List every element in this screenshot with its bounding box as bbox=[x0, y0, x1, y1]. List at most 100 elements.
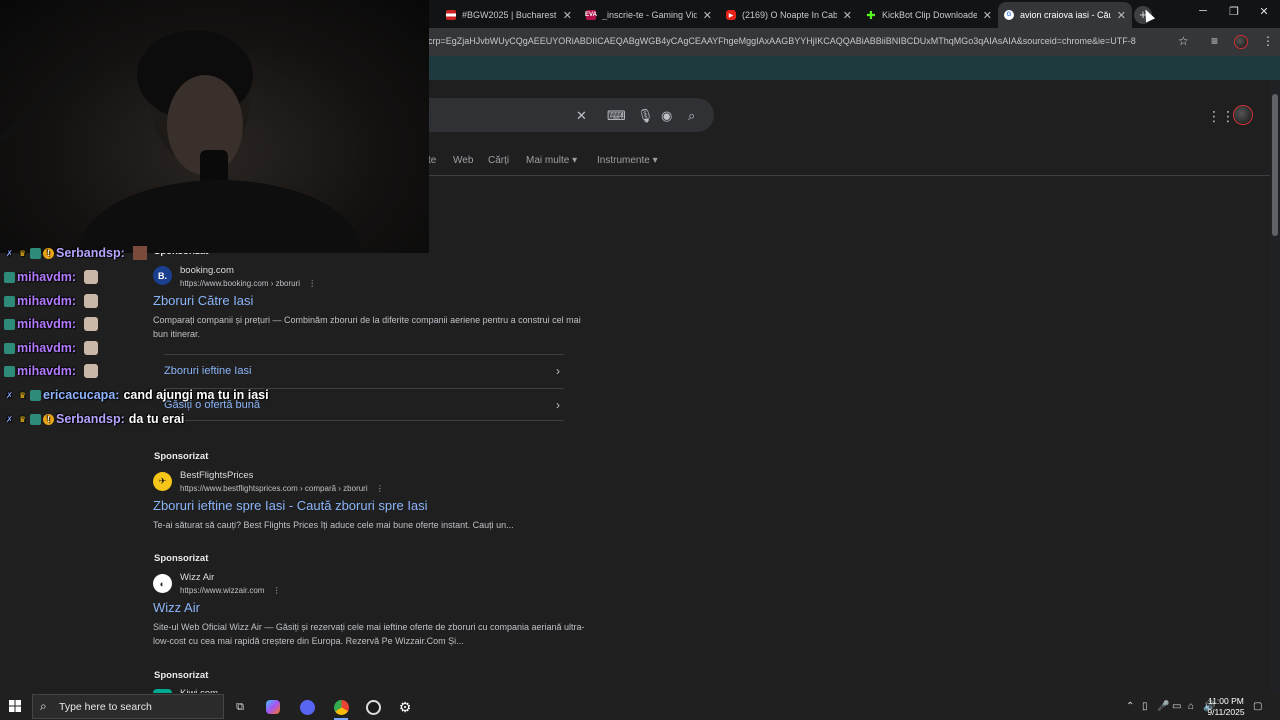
windows-start-icon[interactable] bbox=[9, 700, 21, 712]
result-url: https://www.booking.com › zboruri ⋮ bbox=[180, 279, 317, 288]
search-tab-books[interactable]: Cărți bbox=[488, 155, 509, 166]
chat-message: mihavdm: bbox=[4, 268, 99, 286]
obs-icon[interactable] bbox=[363, 697, 383, 717]
chat-username: Serbandsp: bbox=[56, 412, 125, 426]
chat-username: mihavdm: bbox=[17, 294, 77, 308]
search-tab-tools[interactable]: Instrumente ▾ bbox=[597, 155, 658, 166]
scrollbar-thumb[interactable] bbox=[1272, 94, 1278, 236]
booking-logo-icon: B. bbox=[153, 266, 172, 285]
bestflights-logo-icon: ✈ bbox=[153, 472, 172, 491]
chat-message: mihavdm: bbox=[4, 292, 99, 310]
crown-badge-icon: ♛ bbox=[18, 414, 27, 424]
tab-title: _inscrie-te - Gaming Vide bbox=[602, 10, 697, 20]
tab-youtube[interactable]: ▶ (2169) O Noapte In Caba ✕ bbox=[720, 4, 858, 26]
network-icon[interactable]: ⌂ bbox=[1188, 701, 1194, 712]
taskbar-search-input[interactable]: Type here to search bbox=[32, 694, 224, 719]
chat-emote-icon bbox=[84, 317, 99, 331]
lens-icon[interactable]: ◉ bbox=[661, 108, 672, 124]
close-icon[interactable]: ✕ bbox=[703, 9, 712, 22]
chevron-right-icon: › bbox=[556, 397, 560, 412]
streamer-webcam-image bbox=[0, 30, 360, 253]
result-title-link[interactable]: Zboruri Către Iasi bbox=[153, 293, 253, 308]
result-url: https://www.bestflightsprices.com › comp… bbox=[180, 484, 384, 493]
sub-badge-icon bbox=[30, 247, 41, 259]
sitelink-cheap-flights[interactable]: Zboruri ieftine Iasi › bbox=[164, 354, 564, 387]
chat-username: mihavdm: bbox=[17, 364, 77, 378]
window-close-icon[interactable]: ✕ bbox=[1254, 5, 1274, 18]
task-view-icon[interactable]: ⧉ bbox=[230, 697, 250, 717]
caret-down-icon: ▾ bbox=[572, 155, 578, 166]
sub-badge-icon bbox=[4, 271, 15, 283]
tab-bgw2025[interactable]: #BGW2025 | Bucharest G ✕ bbox=[440, 4, 578, 26]
address-bar[interactable]: crp=EgZjaHJvbWUyCQgAEEUYORiABDIICAEQABgW… bbox=[428, 36, 1168, 46]
search-icon[interactable]: ⌕ bbox=[688, 108, 695, 124]
sub-badge-icon bbox=[30, 389, 41, 401]
eva-icon: EVA bbox=[585, 10, 597, 20]
notifications-icon[interactable]: ▢ bbox=[1253, 701, 1262, 712]
sitelink-label: Zboruri ieftine Iasi bbox=[164, 365, 252, 377]
tray-app-icon[interactable]: ▯ bbox=[1142, 701, 1148, 712]
sword-badge-icon: ✗ bbox=[6, 248, 13, 258]
youtube-icon: ▶ bbox=[726, 10, 736, 20]
copilot-icon[interactable] bbox=[263, 697, 283, 717]
chat-username: ericacucapa: bbox=[43, 388, 120, 402]
chat-message: ✗ ♛ ericacucapa: cand ajungi ma tu in ia… bbox=[4, 386, 268, 404]
close-icon[interactable]: ✕ bbox=[1117, 9, 1126, 22]
search-tab-partial[interactable]: te bbox=[428, 155, 436, 166]
restore-icon[interactable]: ❐ bbox=[1224, 5, 1244, 18]
discord-icon[interactable] bbox=[297, 697, 317, 717]
sponsored-label: Sponsorizat bbox=[154, 553, 209, 564]
google-icon: G bbox=[1004, 10, 1014, 20]
menu-kebab-icon[interactable]: ⋮ bbox=[1262, 34, 1274, 48]
search-icon: ⌕ bbox=[40, 699, 47, 713]
sub-badge-icon bbox=[4, 365, 15, 377]
tab-google-search[interactable]: G avion craiova iasi - Căuta ✕ bbox=[998, 2, 1132, 28]
more-options-icon[interactable]: ⋮ bbox=[308, 279, 316, 288]
result-title-link[interactable]: Wizz Air bbox=[153, 600, 200, 615]
tab-inscrie-te[interactable]: EVA _inscrie-te - Gaming Vide ✕ bbox=[580, 4, 718, 26]
profile-avatar[interactable] bbox=[1234, 35, 1248, 49]
chat-message: mihavdm: bbox=[4, 362, 99, 380]
search-tab-web[interactable]: Web bbox=[453, 155, 473, 166]
search-tab-tools-label: Instrumente bbox=[597, 155, 650, 166]
close-icon[interactable]: ✕ bbox=[563, 9, 572, 22]
crown-badge-icon: ♛ bbox=[18, 390, 27, 400]
more-options-icon[interactable]: ⋮ bbox=[273, 586, 281, 595]
search-tab-more[interactable]: Mai multe ▾ bbox=[526, 155, 577, 166]
chat-message: ✗ ♛ ! Serbandsp: bbox=[4, 244, 147, 262]
microphone-tray-icon[interactable]: 🎤 bbox=[1157, 701, 1169, 712]
close-icon[interactable]: ✕ bbox=[983, 9, 992, 22]
keyboard-icon[interactable]: ⌨ bbox=[607, 108, 626, 124]
minimize-icon[interactable]: ─ bbox=[1193, 5, 1213, 17]
chat-emote-icon bbox=[84, 364, 99, 378]
result-site-name: booking.com bbox=[180, 265, 234, 276]
sub-badge-icon bbox=[4, 295, 15, 307]
chat-username: Serbandsp: bbox=[56, 246, 125, 260]
result-description: Comparați companii și prețuri — Combinăm… bbox=[153, 315, 581, 339]
tab-kickbot[interactable]: ✚ KickBot Clip Downloader ✕ bbox=[860, 4, 998, 26]
settings-gear-icon[interactable]: ⚙ bbox=[395, 697, 415, 717]
tray-overflow-icon[interactable]: ⌃ bbox=[1126, 701, 1134, 712]
tab-title: KickBot Clip Downloader bbox=[882, 10, 977, 20]
more-options-icon[interactable]: ⋮ bbox=[376, 484, 384, 493]
chrome-icon[interactable] bbox=[331, 697, 351, 720]
microphone-icon[interactable]: 🎙 bbox=[637, 108, 654, 124]
sub-badge-icon bbox=[4, 342, 15, 354]
chat-username: mihavdm: bbox=[17, 270, 77, 284]
clock-date: 9/11/2025 bbox=[1207, 707, 1245, 717]
bookmark-star-icon[interactable]: ☆ bbox=[1178, 34, 1189, 48]
crown-badge-icon: ♛ bbox=[18, 248, 27, 258]
battery-icon[interactable]: ▭ bbox=[1172, 701, 1181, 712]
flag-icon bbox=[446, 10, 456, 20]
media-controls-icon[interactable]: ≡ bbox=[1211, 34, 1218, 48]
google-account-avatar[interactable] bbox=[1233, 105, 1253, 125]
apps-grid-icon[interactable]: ⋮⋮ bbox=[1207, 108, 1235, 125]
close-icon[interactable]: ✕ bbox=[843, 9, 852, 22]
taskbar-clock[interactable]: 11:00 PM 9/11/2025 bbox=[1204, 696, 1248, 718]
sponsored-label: Sponsorizat bbox=[154, 451, 209, 462]
clear-icon[interactable]: ✕ bbox=[576, 108, 587, 124]
result-title-link[interactable]: Zboruri ieftine spre Iasi - Caută zborur… bbox=[153, 498, 428, 513]
chat-text: da tu erai bbox=[128, 412, 185, 426]
kickbot-icon: ✚ bbox=[866, 9, 876, 22]
result-site-name: Wizz Air bbox=[180, 572, 215, 583]
